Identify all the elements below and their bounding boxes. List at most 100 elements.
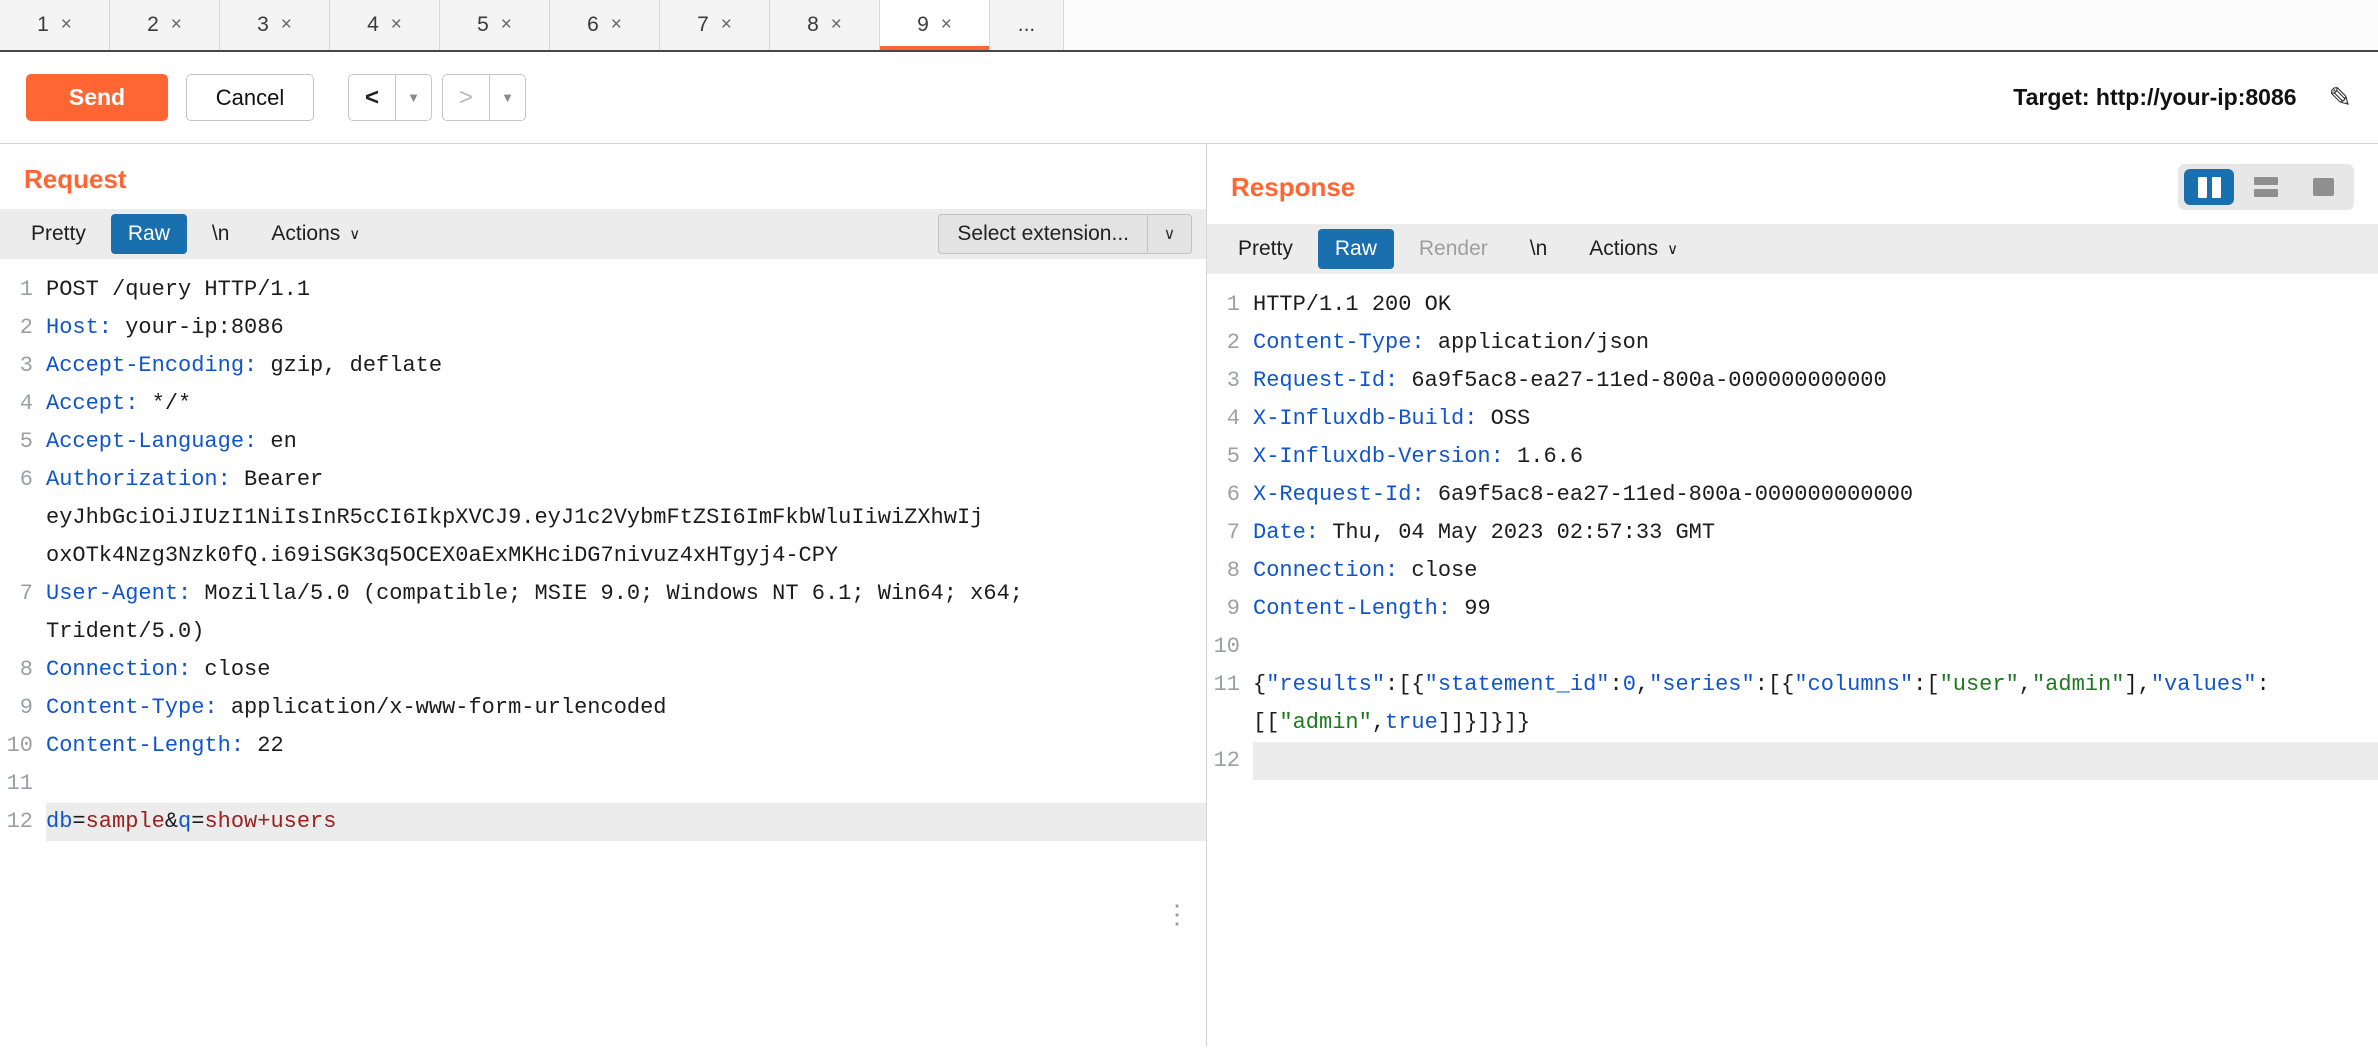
repeater-tab-6[interactable]: 6× xyxy=(550,0,660,50)
code-segment: :[{ xyxy=(1755,672,1795,697)
line-content: X-Request-Id: 6a9f5ac8-ea27-11ed-800a-00… xyxy=(1253,476,2378,514)
tab-close-icon[interactable]: × xyxy=(281,14,292,36)
repeater-tab-2[interactable]: 2× xyxy=(110,0,220,50)
code-segment: ]]}]}]} xyxy=(1438,710,1530,735)
response-panel-header: Response xyxy=(1207,144,2378,220)
tab-close-icon[interactable]: × xyxy=(391,14,402,36)
history-forward-button[interactable]: > xyxy=(442,74,490,121)
history-back-button[interactable]: < xyxy=(348,74,396,121)
line-content: Request-Id: 6a9f5ac8-ea27-11ed-800a-0000… xyxy=(1253,362,2378,400)
send-button[interactable]: Send xyxy=(26,74,168,121)
code-segment: Host: xyxy=(46,315,112,340)
view-tab-render[interactable]: Render xyxy=(1402,229,1505,269)
tab-label: 7 xyxy=(697,13,709,37)
request-editor[interactable]: 1POST /query HTTP/1.12Host: your-ip:8086… xyxy=(0,259,1206,841)
layout-rows-button[interactable] xyxy=(2241,169,2291,205)
response-view-tab-strip: Pretty RawRender \n Actions∨ xyxy=(1207,224,2378,274)
line-number: 4 xyxy=(1207,400,1253,438)
line-content: Connection: close xyxy=(46,651,1206,689)
line-content: HTTP/1.1 200 OK xyxy=(1253,286,2378,324)
tab-close-icon[interactable]: × xyxy=(501,14,512,36)
code-segment: Content-Length: xyxy=(46,733,244,758)
line-content: Accept-Language: en xyxy=(46,423,1206,461)
code-segment: "series" xyxy=(1649,672,1755,697)
code-segment: db xyxy=(46,809,72,834)
editor-line: 6X-Request-Id: 6a9f5ac8-ea27-11ed-800a-0… xyxy=(1207,476,2378,514)
editor-line: 4X-Influxdb-Build: OSS xyxy=(1207,400,2378,438)
tab-label: 4 xyxy=(367,13,379,37)
history-forward-dropdown-button[interactable]: ▼ xyxy=(490,74,526,121)
tab-close-icon[interactable]: × xyxy=(611,14,622,36)
repeater-tab-4[interactable]: 4× xyxy=(330,0,440,50)
view-tab-pretty[interactable]: Pretty xyxy=(1221,229,1310,269)
code-segment: Authorization: xyxy=(46,467,231,492)
line-number: 7 xyxy=(0,575,46,651)
code-segment: true xyxy=(1385,710,1438,735)
line-number: 11 xyxy=(1207,666,1253,742)
view-tab-actions[interactable]: Actions∨ xyxy=(254,214,377,254)
response-editor[interactable]: 1HTTP/1.1 200 OK2Content-Type: applicati… xyxy=(1207,274,2378,780)
line-number: 4 xyxy=(0,385,46,423)
code-segment: Connection: xyxy=(1253,558,1398,583)
line-number: 12 xyxy=(0,803,46,841)
target-label: Target: http://your-ip:8086 xyxy=(2013,84,2296,111)
line-content: X-Influxdb-Version: 1.6.6 xyxy=(1253,438,2378,476)
code-segment: X-Influxdb-Build: xyxy=(1253,406,1477,431)
layout-toggle-group xyxy=(2178,164,2354,210)
tab-close-icon[interactable]: × xyxy=(61,14,72,36)
code-segment: "statement_id" xyxy=(1425,672,1610,697)
code-segment: , xyxy=(1636,672,1649,697)
view-tab-raw[interactable]: Raw xyxy=(111,214,187,254)
history-back-dropdown-button[interactable]: ▼ xyxy=(396,74,432,121)
tab-close-icon[interactable]: × xyxy=(721,14,732,36)
layout-single-button[interactable] xyxy=(2298,169,2348,205)
chevron-down-icon: ∨ xyxy=(349,225,360,243)
code-segment: & xyxy=(165,809,178,834)
single-view-icon xyxy=(2313,178,2334,196)
view-tab-linebreak[interactable]: \n xyxy=(1513,229,1565,269)
code-segment: ], xyxy=(2124,672,2150,697)
response-panel: Response PrettyRawRender\nActions∨ 1HTT xyxy=(1207,144,2378,1047)
tab-label: 3 xyxy=(257,13,269,37)
tab-close-icon[interactable]: × xyxy=(171,14,182,36)
view-tab-actions[interactable]: Actions∨ xyxy=(1572,229,1695,269)
line-content: {"results":[{"statement_id":0,"series":[… xyxy=(1253,666,2378,742)
repeater-tab-9[interactable]: 9× xyxy=(880,0,990,50)
tab-close-icon[interactable]: × xyxy=(941,14,952,36)
view-tab-label: Pretty xyxy=(1238,237,1293,261)
extension-select[interactable]: Select extension... ∨ xyxy=(938,214,1192,254)
code-segment: Accept-Encoding: xyxy=(46,353,257,378)
repeater-tab-3[interactable]: 3× xyxy=(220,0,330,50)
line-content: Host: your-ip:8086 xyxy=(46,309,1206,347)
view-tab-label: \n xyxy=(1530,237,1548,261)
line-number: 5 xyxy=(1207,438,1253,476)
line-number: 6 xyxy=(0,461,46,575)
line-content xyxy=(1253,742,2378,780)
view-tab-pretty[interactable]: Pretty xyxy=(14,214,103,254)
repeater-tab-overflow[interactable]: ... xyxy=(990,0,1064,50)
line-content: db=sample&q=show+users xyxy=(46,803,1206,841)
repeater-tab-5[interactable]: 5× xyxy=(440,0,550,50)
view-tab-linebreak[interactable]: \n xyxy=(195,214,247,254)
repeater-tab-1[interactable]: 1× xyxy=(0,0,110,50)
code-segment: application/json xyxy=(1425,330,1649,355)
layout-columns-button[interactable] xyxy=(2184,169,2234,205)
tab-close-icon[interactable]: × xyxy=(831,14,842,36)
repeater-tab-7[interactable]: 7× xyxy=(660,0,770,50)
code-segment: */* xyxy=(138,391,191,416)
tab-label: 6 xyxy=(587,13,599,37)
repeater-tab-8[interactable]: 8× xyxy=(770,0,880,50)
code-segment: 6a9f5ac8-ea27-11ed-800a-000000000000 xyxy=(1398,368,1886,393)
code-segment: close xyxy=(191,657,270,682)
chevron-down-icon[interactable]: ∨ xyxy=(1147,214,1191,254)
editor-line: 9Content-Type: application/x-www-form-ur… xyxy=(0,689,1206,727)
drag-handle-icon[interactable]: ⋮ xyxy=(1164,899,1192,930)
cancel-button[interactable]: Cancel xyxy=(186,74,314,121)
line-number: 1 xyxy=(0,271,46,309)
extension-select-label: Select extension... xyxy=(939,222,1147,246)
tab-label: 8 xyxy=(807,13,819,37)
edit-target-icon[interactable]: ✎ xyxy=(2329,81,2352,114)
code-segment: Connection: xyxy=(46,657,191,682)
request-panel: Request PrettyRaw\nActions∨ Select exten… xyxy=(0,144,1206,1047)
view-tab-raw[interactable]: Raw xyxy=(1318,229,1394,269)
